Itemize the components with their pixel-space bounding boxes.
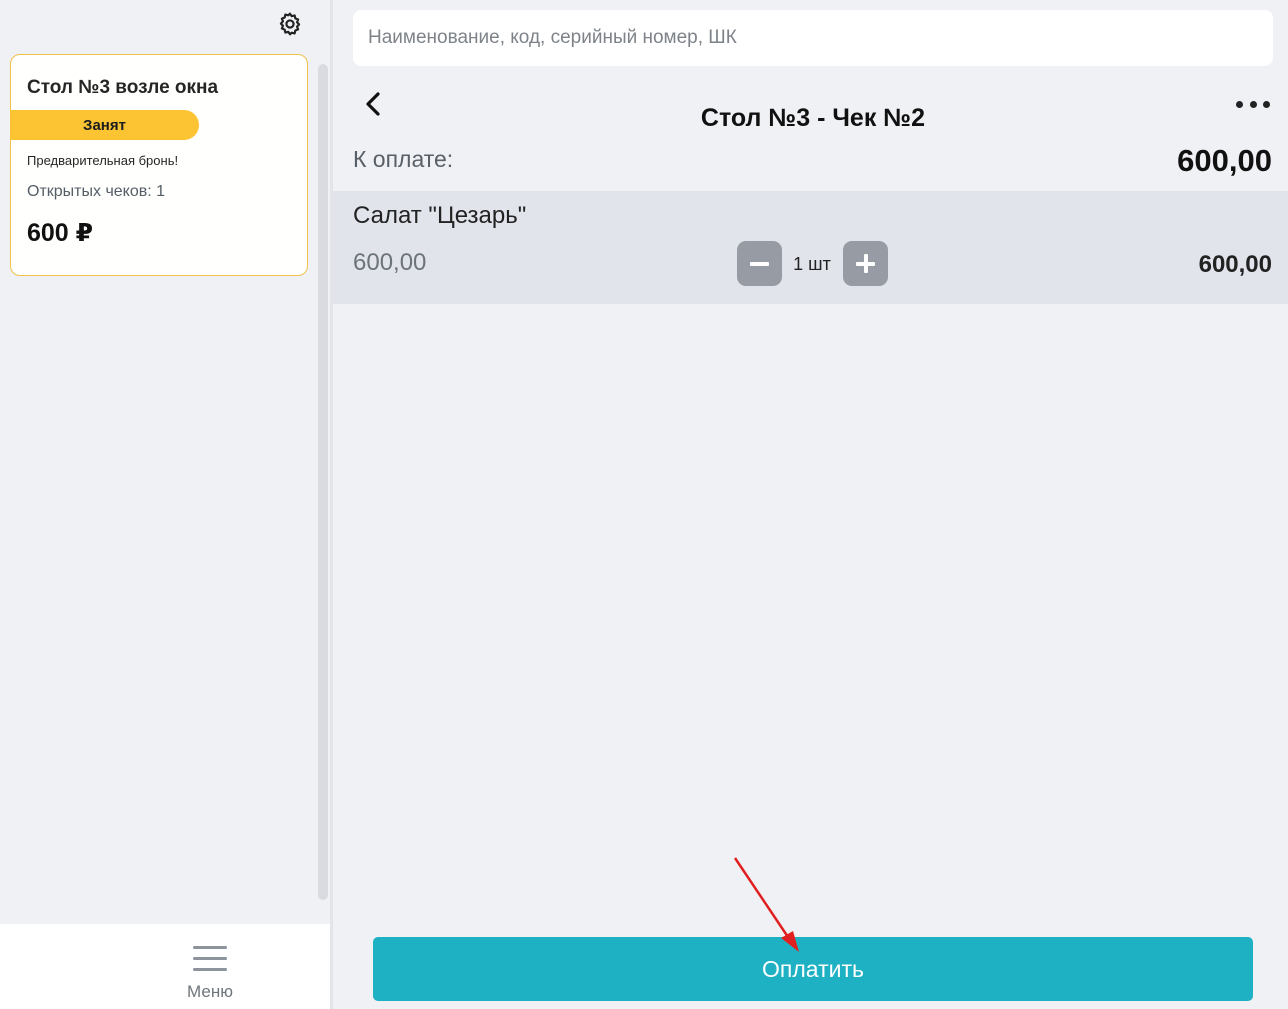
menu-button[interactable]: Меню [170, 940, 250, 1006]
table-card-title: Стол №3 возле окна [27, 77, 219, 98]
more-horizontal-icon[interactable] [1236, 95, 1270, 113]
table-total: 600 ₽ [27, 219, 94, 247]
minus-icon [750, 262, 769, 266]
pay-button[interactable]: Оплатить [373, 937, 1253, 1001]
amount-due-value: 600,00 [1177, 143, 1272, 178]
bottom-nav: Меню [0, 924, 330, 1009]
decrease-quantity-button[interactable] [737, 241, 782, 286]
panel-divider [330, 0, 333, 1009]
check-title: Стол №3 - Чек №2 [700, 104, 926, 132]
item-name: Салат "Цезарь" [353, 202, 527, 229]
list-item[interactable]: Салат "Цезарь" 600,00 1 шт 600,00 [333, 191, 1288, 304]
item-sum: 600,00 [1198, 251, 1272, 278]
quantity-value: 1 шт [793, 254, 831, 274]
left-panel: Стол №3 возле окна Занят Предварительная… [0, 0, 330, 1009]
hamburger-icon [193, 946, 227, 972]
sidebar-scrollbar[interactable] [318, 64, 328, 900]
search-input[interactable] [353, 10, 1273, 66]
amount-due-label: К оплате: [353, 146, 454, 172]
reservation-note: Предварительная бронь! [27, 153, 179, 168]
plus-icon [863, 254, 868, 273]
status-badge: Занят [10, 110, 199, 140]
item-price: 600,00 [353, 249, 427, 276]
gear-icon[interactable] [277, 11, 303, 37]
increase-quantity-button[interactable] [843, 241, 888, 286]
menu-label: Меню [187, 982, 233, 1001]
table-card[interactable]: Стол №3 возле окна Занят Предварительная… [10, 54, 308, 276]
open-checks-count: Открытых чеков: 1 [27, 183, 166, 200]
chevron-left-icon[interactable] [362, 90, 386, 118]
